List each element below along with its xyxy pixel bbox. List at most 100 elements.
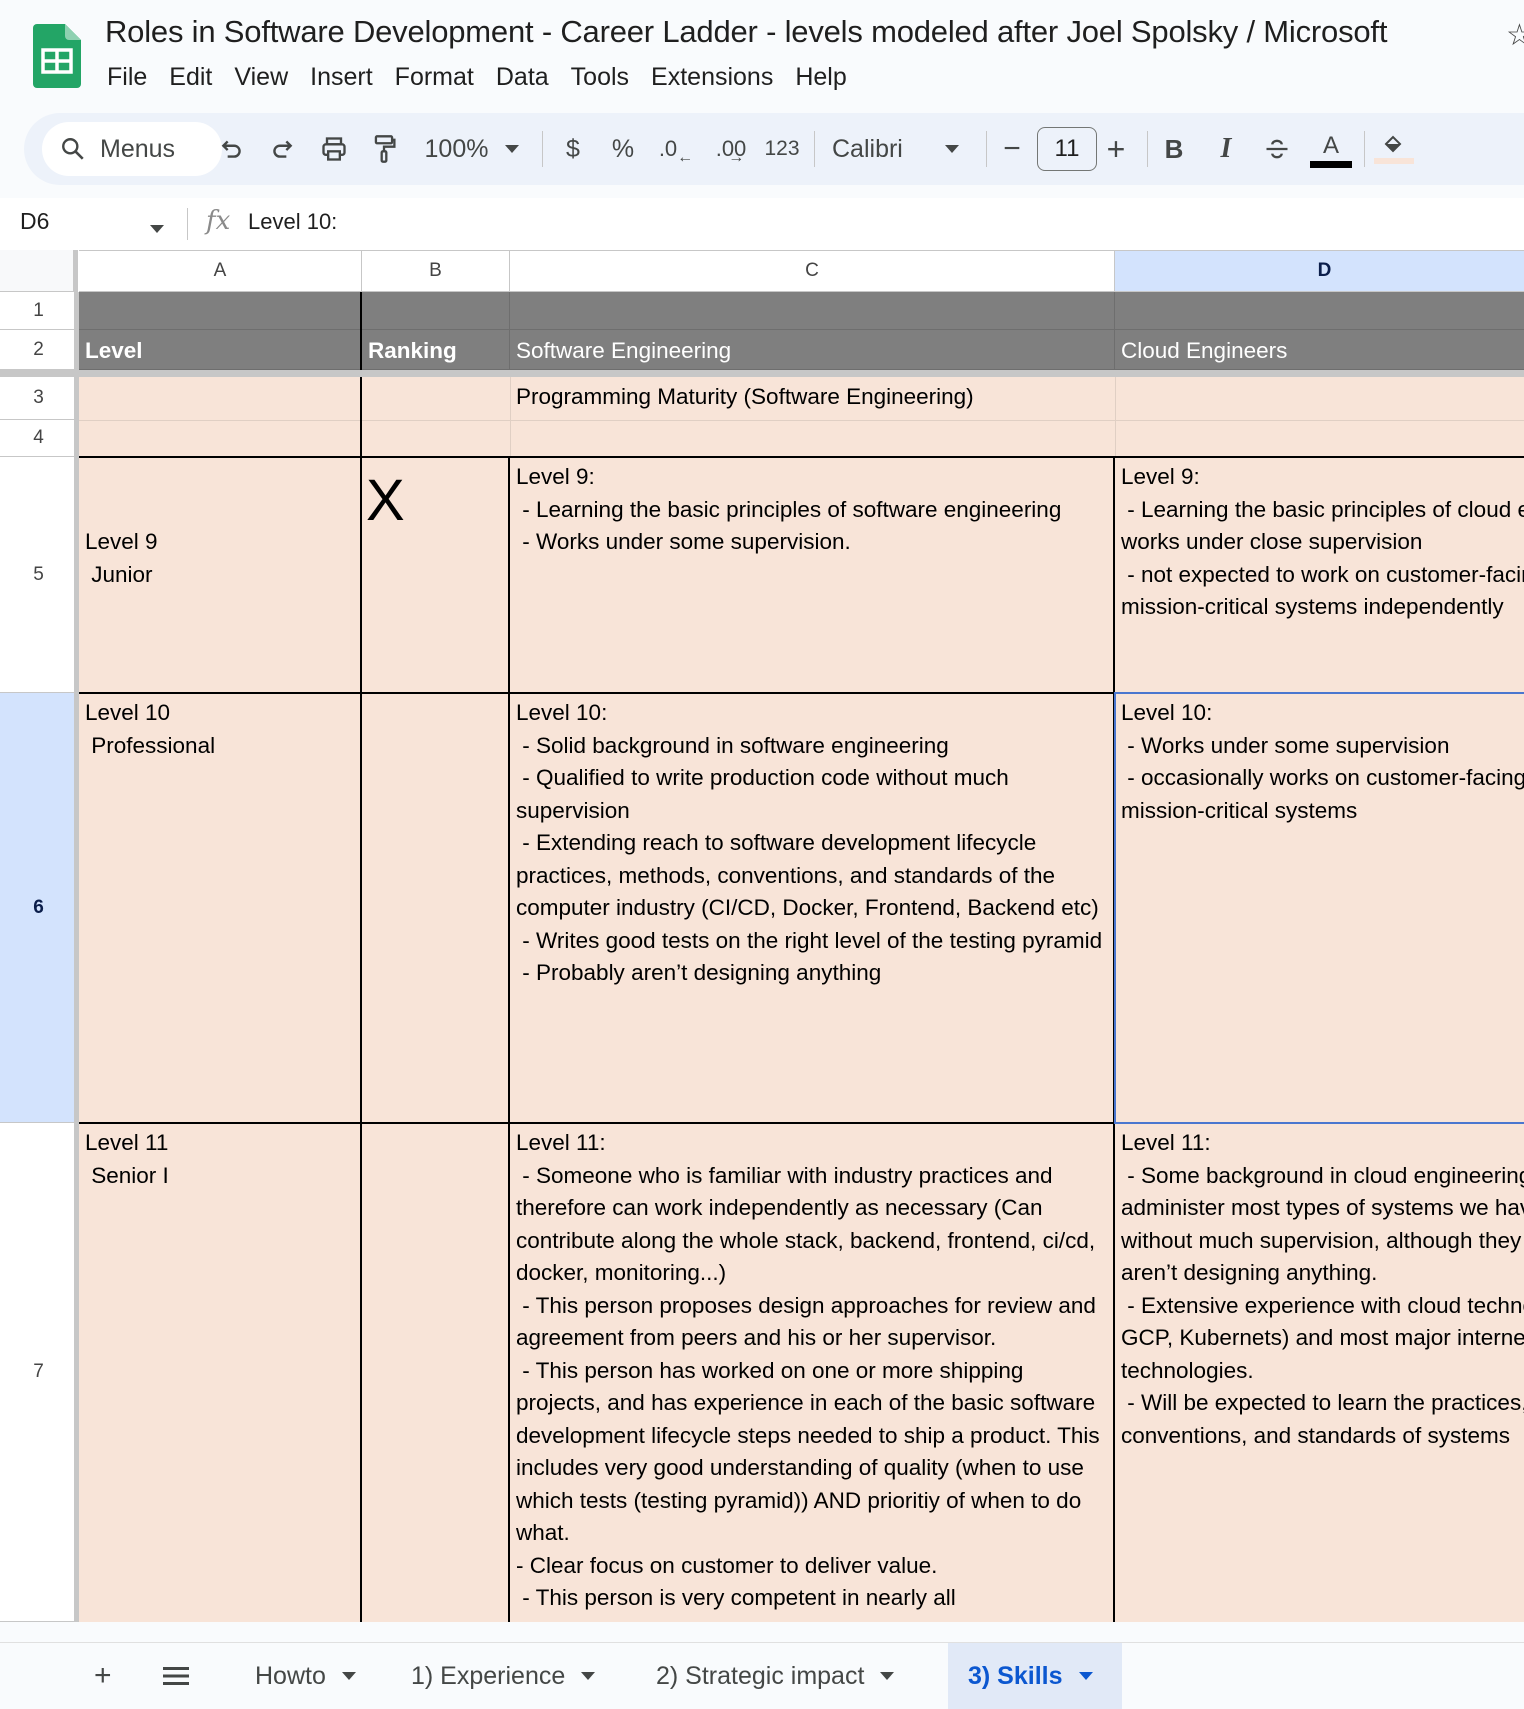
bold-button[interactable]: B	[1158, 113, 1190, 185]
column-header-b[interactable]: B	[362, 250, 510, 292]
chevron-down-icon[interactable]	[880, 1672, 895, 1680]
cell-b1[interactable]	[362, 292, 510, 330]
list-icon	[163, 1667, 189, 1685]
cell-b6[interactable]	[362, 693, 510, 1123]
star-icon[interactable]: ☆	[1506, 18, 1524, 53]
cell-d2[interactable]: Cloud Engineers	[1115, 330, 1524, 370]
column-header-a[interactable]: A	[79, 250, 362, 292]
sheets-logo-icon[interactable]	[33, 24, 81, 88]
sheet-tab-label: 1) Experience	[411, 1661, 566, 1690]
sheet-tab-bar: + Howto 1) Experience 2) Strategic impac…	[0, 1642, 1524, 1709]
menu-file[interactable]: File	[96, 60, 158, 94]
zoom-select[interactable]: 100%	[419, 113, 494, 185]
sheet-tab-howto[interactable]: Howto	[235, 1643, 376, 1709]
row-header-5[interactable]: 5	[0, 457, 78, 693]
row-header-7[interactable]: 7	[0, 1123, 78, 1622]
decrease-decimal-button[interactable]: .0 ←	[656, 113, 696, 185]
menu-edit[interactable]: Edit	[158, 60, 223, 94]
select-all-corner[interactable]	[0, 250, 78, 292]
menu-view[interactable]: View	[223, 60, 299, 94]
cell-d5[interactable]: Level 9: - Learning the basic principles…	[1115, 457, 1524, 693]
menus-search-button[interactable]: Menus	[42, 122, 222, 176]
increase-decimal-button[interactable]: .00 →	[708, 113, 752, 185]
formula-bar: D6 fx Level 10:	[0, 198, 1524, 250]
cell-a1[interactable]	[79, 292, 362, 330]
menu-format[interactable]: Format	[384, 60, 485, 94]
fill-color-swatch	[1374, 158, 1414, 164]
undo-button[interactable]	[214, 113, 250, 185]
cell-c3[interactable]: Programming Maturity (Software Engineeri…	[510, 377, 1115, 420]
increase-font-size-button[interactable]: +	[1100, 113, 1132, 185]
arrow-right-icon: →	[728, 149, 745, 166]
percent-format-button[interactable]: %	[606, 113, 640, 185]
currency-format-button[interactable]: $	[556, 113, 590, 185]
cell-c6[interactable]: Level 10: - Solid background in software…	[510, 693, 1115, 1123]
name-box[interactable]: D6	[20, 208, 49, 235]
column-header-d[interactable]: D	[1115, 250, 1524, 292]
decrease-font-size-button[interactable]: −	[996, 113, 1028, 185]
text-color-swatch	[1310, 161, 1352, 168]
menu-tools[interactable]: Tools	[560, 60, 640, 94]
row-header-3[interactable]: 3	[0, 377, 78, 420]
sheet-tab-skills[interactable]: 3) Skills	[948, 1643, 1122, 1709]
cell-a4[interactable]	[79, 420, 362, 457]
font-family-select[interactable]: Calibri	[832, 113, 922, 185]
cell-a3[interactable]	[79, 377, 362, 420]
cell-a7[interactable]: Level 11 Senior I	[79, 1123, 362, 1622]
paint-format-button[interactable]	[366, 113, 402, 185]
print-button[interactable]	[316, 113, 352, 185]
zoom-caret-icon[interactable]	[502, 113, 522, 185]
chevron-down-icon[interactable]	[341, 1672, 356, 1680]
cell-d1[interactable]	[1115, 292, 1524, 330]
name-box-caret-icon[interactable]	[150, 220, 164, 238]
cell-a5[interactable]: Level 9 Junior It is expecteded that the…	[79, 457, 362, 693]
strikethrough-button[interactable]	[1260, 113, 1294, 185]
toolbar-divider	[542, 131, 543, 167]
fill-color-icon	[1384, 135, 1402, 153]
text-color-button[interactable]: A	[1310, 113, 1352, 185]
toolbar-divider	[1147, 131, 1148, 167]
all-sheets-button[interactable]	[162, 1643, 190, 1709]
row-header-4[interactable]: 4	[0, 420, 78, 457]
row-header-1[interactable]: 1	[0, 292, 78, 330]
cell-d7[interactable]: Level 11: - Some background in cloud eng…	[1115, 1123, 1524, 1622]
cell-c1[interactable]	[510, 292, 1115, 330]
cell-d6-selected[interactable]: Level 10: - Works under some supervision…	[1115, 693, 1524, 1123]
frozen-row-divider[interactable]	[0, 370, 1524, 377]
cell-border	[79, 1122, 1524, 1124]
cell-b7[interactable]	[362, 1123, 510, 1622]
font-caret-icon[interactable]	[942, 113, 962, 185]
cell-d3[interactable]	[1115, 377, 1524, 420]
cell-c7[interactable]: Level 11: - Someone who is familiar with…	[510, 1123, 1115, 1622]
add-sheet-button[interactable]: +	[94, 1643, 112, 1709]
cell-b2[interactable]: Ranking	[362, 330, 510, 370]
cell-c2[interactable]: Software Engineering	[510, 330, 1115, 370]
row-header-6[interactable]: 6	[0, 693, 78, 1123]
sheet-tab-experience[interactable]: 1) Experience	[391, 1643, 615, 1709]
column-header-c[interactable]: C	[510, 250, 1115, 292]
search-icon	[62, 138, 84, 160]
fill-color-button[interactable]	[1374, 113, 1414, 185]
redo-button[interactable]	[264, 113, 300, 185]
cell-b4[interactable]	[362, 420, 510, 457]
cell-c4[interactable]	[510, 420, 1115, 457]
cell-b5-ranking-mark[interactable]: X	[362, 457, 510, 693]
cell-c5[interactable]: Level 9: - Learning the basic principles…	[510, 457, 1115, 693]
cell-a2[interactable]: Level	[79, 330, 362, 370]
menu-insert[interactable]: Insert	[299, 60, 384, 94]
menu-extensions[interactable]: Extensions	[640, 60, 784, 94]
chevron-down-icon[interactable]	[581, 1672, 596, 1680]
formula-input[interactable]: Level 10:	[248, 209, 337, 235]
row-header-2[interactable]: 2	[0, 330, 78, 370]
cell-d4[interactable]	[1115, 420, 1524, 457]
sheet-tab-strategic-impact[interactable]: 2) Strategic impact	[636, 1643, 914, 1709]
font-size-input[interactable]: 11	[1037, 127, 1097, 171]
menu-data[interactable]: Data	[485, 60, 560, 94]
italic-button[interactable]: I	[1210, 113, 1242, 185]
more-formats-button[interactable]: 123	[760, 113, 804, 185]
document-title[interactable]: Roles in Software Development - Career L…	[105, 14, 1387, 50]
cell-a6[interactable]: Level 10 Professional	[79, 693, 362, 1123]
menu-help[interactable]: Help	[784, 60, 857, 94]
chevron-down-icon[interactable]	[1078, 1672, 1093, 1680]
cell-b3[interactable]	[362, 377, 510, 420]
